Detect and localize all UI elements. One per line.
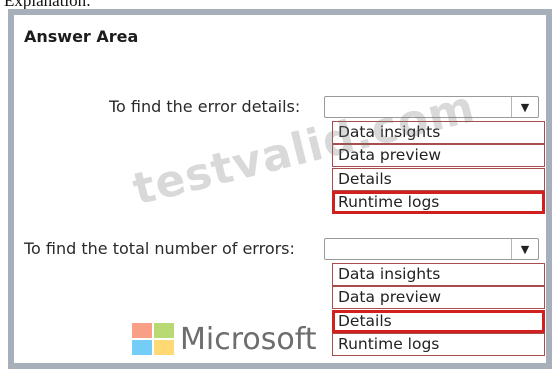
logo-square-red — [132, 323, 152, 338]
brand-name: Microsoft — [180, 322, 317, 357]
question-2-dropdown[interactable]: ▼ — [324, 238, 539, 260]
answer-area-title: Answer Area — [24, 27, 139, 46]
question-2-option-data-insights[interactable]: Data insights — [332, 263, 545, 286]
question-2-option-details[interactable]: Details — [332, 309, 545, 333]
chevron-down-icon[interactable]: ▼ — [511, 97, 538, 117]
question-1-option-runtime-logs[interactable]: Runtime logs — [332, 191, 545, 215]
question-2-option-data-preview[interactable]: Data preview — [332, 286, 545, 310]
logo-square-green — [154, 323, 174, 338]
question-2-options: Data insights Data preview Details Runti… — [332, 263, 545, 357]
chevron-down-icon[interactable]: ▼ — [511, 239, 538, 259]
logo-square-yellow — [154, 340, 174, 355]
question-2-option-runtime-logs[interactable]: Runtime logs — [332, 333, 545, 357]
question-1-option-data-preview[interactable]: Data preview — [332, 144, 545, 168]
answer-area-panel: Answer Area To find the error details: ▼… — [8, 9, 552, 369]
question-1-option-details[interactable]: Details — [332, 167, 545, 191]
question-1-dropdown[interactable]: ▼ — [324, 96, 539, 118]
question-1-option-data-insights[interactable]: Data insights — [332, 121, 545, 144]
microsoft-logo-icon — [132, 323, 176, 357]
question-1-label: To find the error details: — [109, 97, 301, 116]
logo-square-blue — [132, 340, 152, 355]
question-2-label: To find the total number of errors: — [24, 239, 295, 258]
question-1-options: Data insights Data preview Details Runti… — [332, 121, 545, 215]
